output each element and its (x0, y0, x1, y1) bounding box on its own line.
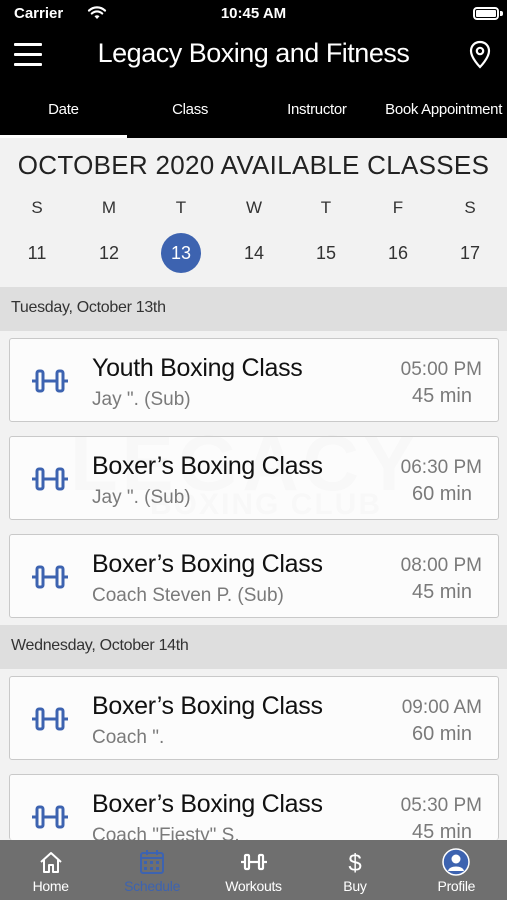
location-pin-icon[interactable] (467, 40, 493, 70)
calendar-day[interactable]: 11 (17, 233, 57, 273)
class-duration: 60 min (411, 723, 472, 745)
class-instructor: Jay ". (Sub) (92, 487, 191, 508)
tabbar-label: Buy (343, 878, 367, 894)
class-card[interactable]: Youth Boxing Class Jay ". (Sub) 05:00 PM… (9, 338, 499, 422)
class-card[interactable]: Boxer’s Boxing Class Jay ". (Sub) 06:30 … (9, 436, 499, 520)
class-duration: 45 min (411, 581, 472, 603)
dumbbell-icon (30, 805, 70, 829)
home-icon (40, 852, 62, 873)
class-time: 09:00 AM (401, 697, 482, 718)
calendar-icon (140, 850, 165, 874)
tabbar-home[interactable]: Home (0, 840, 101, 900)
tabbar-workouts[interactable]: Workouts (203, 840, 304, 900)
calendar-day-selected[interactable]: 13 (161, 233, 201, 273)
weekday-label: S (31, 198, 43, 217)
status-bar: Carrier 10:45 AM (0, 0, 507, 30)
class-instructor: Coach Steven P. (Sub) (92, 585, 284, 606)
dumbbell-icon (30, 565, 70, 589)
calendar-day[interactable]: 17 (450, 233, 490, 273)
weekday-label: W (245, 198, 263, 217)
dollar-icon: $ (348, 850, 361, 876)
class-instructor: Coach ". (92, 727, 165, 748)
dumbbell-icon (30, 467, 70, 491)
schedule-filter-tabs: Date Class Instructor Book Appointment (0, 82, 507, 138)
class-time: 05:30 PM (400, 795, 482, 816)
calendar-day[interactable]: 12 (89, 233, 129, 273)
class-time: 05:00 PM (400, 359, 482, 380)
battery-tip (500, 11, 503, 16)
dumbbell-icon (240, 853, 267, 871)
date-section-header: Wednesday, October 14th (0, 625, 507, 669)
class-card[interactable]: Boxer’s Boxing Class Coach Steven P. (Su… (9, 534, 499, 618)
calendar-day[interactable]: 14 (234, 233, 274, 273)
profile-icon (442, 848, 471, 876)
date-section-header: Tuesday, October 13th (0, 287, 507, 331)
tabbar-buy[interactable]: $ Buy (304, 840, 405, 900)
tabbar-label: Profile (437, 878, 476, 894)
weekday-label: T (175, 198, 187, 217)
tabbar-label: Schedule (124, 878, 181, 894)
tabbar-label: Workouts (225, 878, 282, 894)
app-title: Legacy Boxing and Fitness (97, 38, 410, 68)
calendar-day[interactable]: 16 (378, 233, 418, 273)
class-duration: 45 min (411, 385, 472, 407)
tabbar-profile[interactable]: Profile (406, 840, 507, 900)
class-card[interactable]: Boxer’s Boxing Class Coach "Fiesty" S. 0… (9, 774, 499, 840)
month-heading: OCTOBER 2020 AVAILABLE CLASSES (17, 150, 490, 180)
class-time: 08:00 PM (400, 555, 482, 576)
class-name: Boxer’s Boxing Class (92, 790, 323, 818)
weekday-label: S (464, 198, 476, 217)
class-instructor: Coach "Fiesty" S. (92, 825, 240, 840)
class-name: Youth Boxing Class (92, 354, 303, 382)
tab-class[interactable]: Class (127, 82, 254, 138)
dumbbell-icon (30, 707, 70, 731)
tab-book-appointment[interactable]: Book Appointment (380, 82, 507, 138)
calendar-day[interactable]: 15 (306, 233, 346, 273)
weekday-label: F (392, 198, 404, 217)
class-duration: 60 min (411, 483, 472, 505)
class-card[interactable]: Boxer’s Boxing Class Coach ". 09:00 AM 6… (9, 676, 499, 760)
tabbar-schedule[interactable]: Schedule (101, 840, 202, 900)
clock: 10:45 AM (220, 5, 287, 22)
class-name: Boxer’s Boxing Class (92, 692, 323, 720)
class-time: 06:30 PM (400, 457, 482, 478)
class-instructor: Jay ". (Sub) (92, 389, 191, 410)
class-name: Boxer’s Boxing Class (92, 452, 323, 480)
bottom-tab-bar: Home Schedule Workouts $ Buy Profile (0, 840, 507, 900)
class-name: Boxer’s Boxing Class (92, 550, 323, 578)
nav-bar: Legacy Boxing and Fitness (0, 30, 507, 82)
battery-icon (473, 7, 499, 20)
dumbbell-icon (30, 369, 70, 393)
tab-date[interactable]: Date (0, 82, 127, 138)
tab-instructor[interactable]: Instructor (254, 82, 381, 138)
tabbar-label: Home (32, 878, 69, 894)
svg-text:$: $ (348, 850, 361, 876)
class-duration: 45 min (411, 821, 472, 840)
weekday-label: M (101, 198, 117, 217)
weekday-label: T (320, 198, 332, 217)
